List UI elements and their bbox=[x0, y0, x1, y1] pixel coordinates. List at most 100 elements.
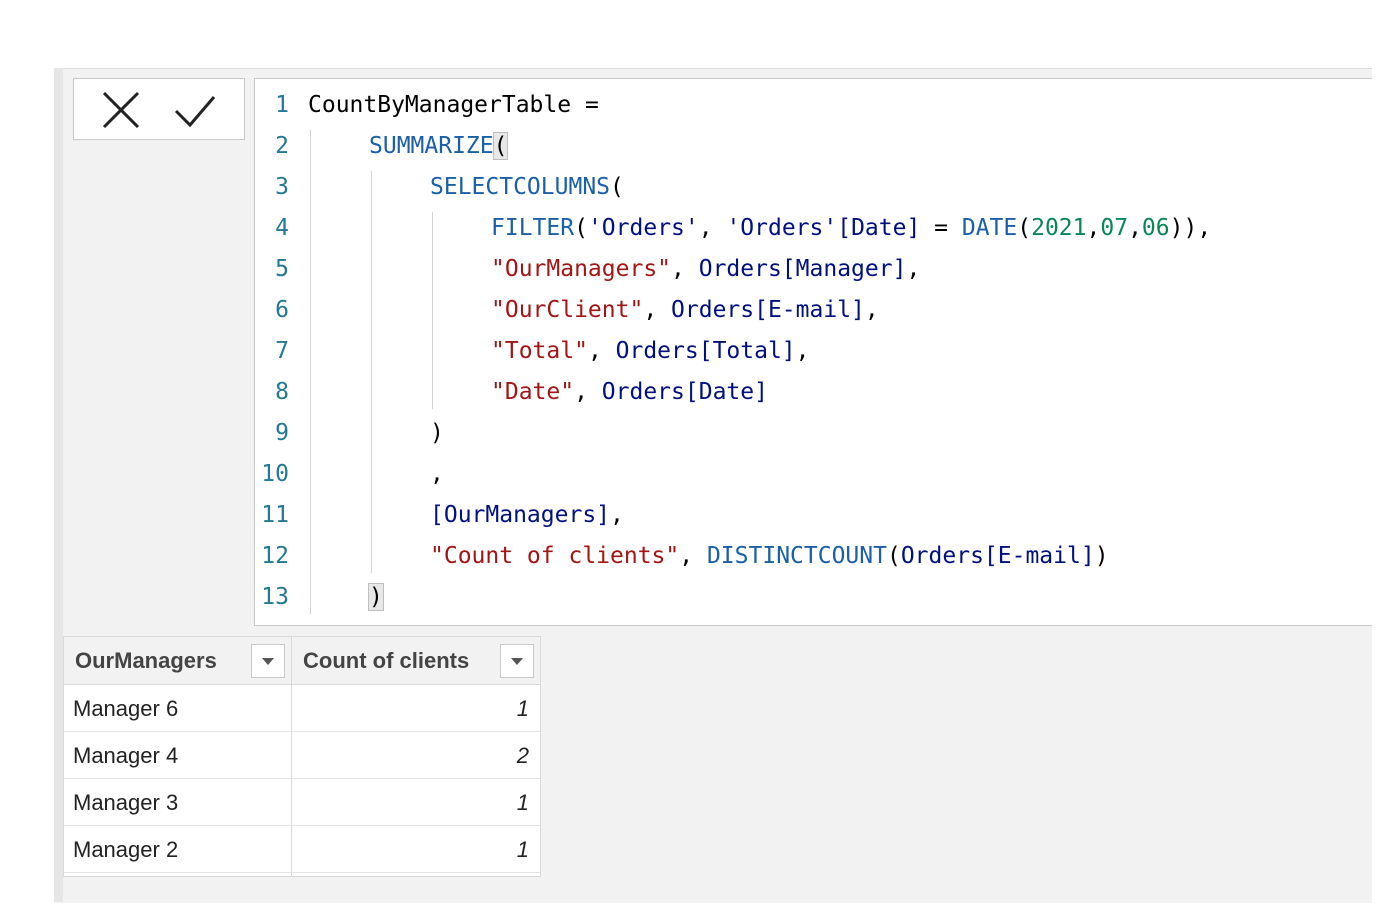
code-token: DISTINCTCOUNT bbox=[706, 543, 887, 569]
code-line: 1 CountByManagerTable = bbox=[255, 85, 1373, 126]
cancel-button[interactable] bbox=[98, 87, 144, 133]
cell-count: 2 bbox=[516, 743, 529, 768]
code-token: ( bbox=[610, 174, 624, 200]
pane-left-edge bbox=[54, 68, 63, 902]
code-token: Orders[Total] bbox=[615, 338, 796, 364]
code-line: 5 "OurManagers", Orders[Manager], bbox=[255, 249, 1373, 290]
code-token: "OurClient" bbox=[491, 297, 644, 323]
code-line: 4 FILTER('Orders', 'Orders'[Date] = DATE(… bbox=[255, 208, 1373, 249]
code-token: ) bbox=[1094, 543, 1109, 569]
code-token: , bbox=[671, 256, 699, 282]
code-token: ) bbox=[430, 420, 444, 446]
code-token: , bbox=[1086, 215, 1101, 241]
line-number: 8 bbox=[275, 379, 289, 405]
check-icon bbox=[174, 96, 216, 128]
cell-manager: Manager 3 bbox=[73, 790, 179, 815]
line-number: 7 bbox=[275, 338, 289, 364]
table-row[interactable]: Manager 4 2 bbox=[64, 732, 540, 779]
code-text: "OurManagers", Orders[Manager], bbox=[491, 249, 920, 290]
x-icon bbox=[102, 91, 140, 129]
code-token: Orders[Manager] bbox=[698, 256, 907, 282]
code-token: , bbox=[1128, 215, 1142, 241]
dax-formula-editor[interactable]: 1 CountByManagerTable = 2 SUMMARIZE(3 SELECT… bbox=[254, 78, 1372, 626]
code-line: 13) bbox=[255, 577, 1373, 618]
line-number: 9 bbox=[275, 420, 289, 446]
column-header-ourmanagers[interactable]: OurManagers bbox=[64, 637, 291, 685]
code-line: 7 "Total", Orders[Total], bbox=[255, 331, 1373, 372]
code-text: "Total", Orders[Total], bbox=[491, 331, 810, 372]
table-row[interactable]: Manager 2 1 bbox=[64, 826, 540, 873]
code-token: 07 bbox=[1100, 215, 1129, 241]
code-line: 10, bbox=[255, 454, 1373, 495]
formula-commit-box bbox=[73, 78, 245, 140]
cell-manager: Manager 4 bbox=[73, 743, 179, 768]
code-token: "Date" bbox=[491, 379, 575, 405]
code-token: ( bbox=[574, 215, 588, 241]
commit-button[interactable] bbox=[172, 87, 218, 133]
code-token: ( bbox=[886, 543, 901, 569]
code-line: 3 SELECTCOLUMNS( bbox=[255, 167, 1373, 208]
code-text: "Count of clients", DISTINCTCOUNT(Orders… bbox=[430, 536, 1109, 577]
code-line: 6 "OurClient", Orders[E-mail], bbox=[255, 290, 1373, 331]
code-token: SELECTCOLUMNS bbox=[430, 174, 611, 200]
code-token: , bbox=[906, 256, 921, 282]
code-text: SELECTCOLUMNS( bbox=[430, 167, 624, 208]
code-token: )), bbox=[1169, 215, 1212, 241]
code-token: , bbox=[795, 338, 810, 364]
code-token: 06 bbox=[1141, 215, 1170, 241]
line-number: 3 bbox=[275, 174, 289, 200]
code-token: 2021 bbox=[1031, 215, 1087, 241]
code-line: 9) bbox=[255, 413, 1373, 454]
matched-bracket: ) bbox=[368, 583, 384, 611]
code-token: CountByManagerTable = bbox=[308, 92, 599, 118]
code-text: SUMMARIZE( bbox=[369, 126, 509, 167]
code-token: Orders[Date] bbox=[601, 379, 768, 405]
code-token: [Date] bbox=[837, 215, 921, 241]
line-number: 6 bbox=[275, 297, 289, 323]
cell-count: 1 bbox=[516, 837, 529, 862]
code-line: 11 [OurManagers], bbox=[255, 495, 1373, 536]
code-line: 2 SUMMARIZE( bbox=[255, 126, 1373, 167]
code-token: [OurManagers] bbox=[430, 502, 611, 528]
cell-count: 1 bbox=[516, 790, 529, 815]
line-number: 4 bbox=[275, 215, 289, 241]
column-header-label: Count of clients bbox=[303, 648, 470, 673]
column-header-label: OurManagers bbox=[75, 648, 217, 673]
column-header-count-of-clients[interactable]: Count of clients bbox=[292, 637, 540, 685]
matched-bracket: ( bbox=[492, 132, 509, 160]
code-token: 'Orders' bbox=[587, 215, 699, 241]
code-token: , bbox=[430, 461, 444, 487]
code-token: SUMMARIZE bbox=[369, 133, 494, 159]
code-token: "Total" bbox=[491, 338, 588, 364]
dropdown-arrow-icon bbox=[262, 658, 274, 665]
code-token: = bbox=[920, 215, 962, 241]
code-token: DATE bbox=[961, 215, 1018, 241]
code-token: "Count of clients" bbox=[430, 543, 680, 569]
result-table: OurManagers Count of clients Manager 61M… bbox=[63, 636, 541, 877]
cell-manager: Manager 6 bbox=[73, 696, 179, 721]
code-line: 8 "Date", Orders[Date] bbox=[255, 372, 1373, 413]
table-row[interactable]: Manager 6 1 bbox=[64, 685, 540, 732]
column-filter-button[interactable] bbox=[500, 644, 534, 678]
column-filter-button[interactable] bbox=[251, 644, 285, 678]
code-token: , bbox=[574, 379, 602, 405]
code-token: Orders[E-mail] bbox=[671, 297, 865, 323]
line-number: 5 bbox=[275, 256, 289, 282]
line-number: 2 bbox=[275, 133, 289, 159]
code-text: CountByManagerTable = bbox=[308, 85, 599, 126]
code-text: "OurClient", Orders[E-mail], bbox=[491, 290, 879, 331]
code-token: , bbox=[864, 297, 879, 323]
code-token: FILTER bbox=[491, 215, 575, 241]
code-text: FILTER('Orders', 'Orders'[Date] = DATE(2… bbox=[491, 208, 1211, 249]
code-text: ) bbox=[430, 413, 444, 454]
code-line: 12 "Count of clients", DISTINCTCOUNT(Orde… bbox=[255, 536, 1373, 577]
cell-manager: Manager 2 bbox=[73, 837, 179, 862]
code-text: [OurManagers], bbox=[430, 495, 624, 536]
code-token: Orders[E-mail] bbox=[900, 543, 1095, 569]
code-text: "Date", Orders[Date] bbox=[491, 372, 768, 413]
code-token: , bbox=[698, 215, 727, 241]
table-row[interactable]: Manager 3 1 bbox=[64, 779, 540, 826]
code-token: "OurManagers" bbox=[491, 256, 672, 282]
cell-count: 1 bbox=[516, 696, 529, 721]
line-number: 12 bbox=[261, 543, 289, 569]
